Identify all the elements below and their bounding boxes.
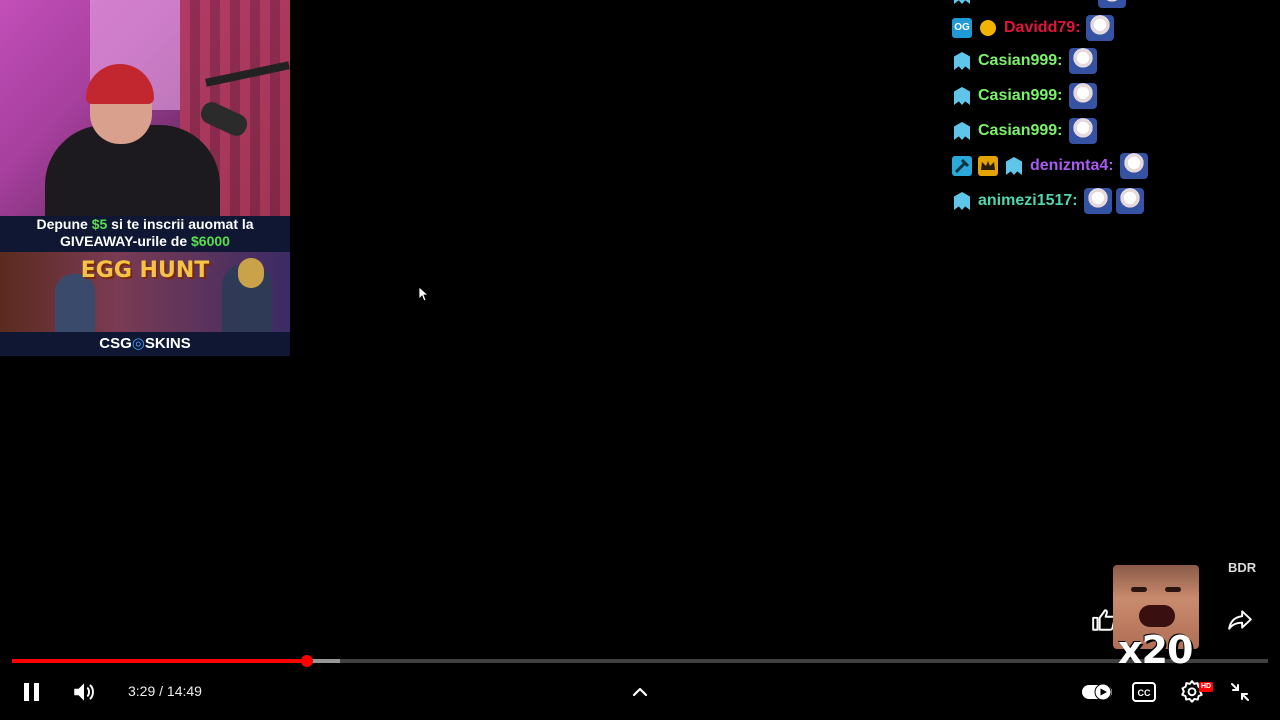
crown-badge-icon (978, 156, 998, 176)
chat-message: denizmta4: (952, 151, 1152, 181)
promo-line1-tail: si te inscrii auomat la (107, 216, 254, 232)
chat-username[interactable]: Davidd79: (1004, 19, 1080, 37)
svg-text:CC: CC (1138, 688, 1151, 698)
hd-quality-badge: HD (1199, 682, 1214, 692)
chevron-up-icon (632, 687, 648, 697)
chat-message: Casian999: (952, 116, 1101, 146)
promo-line2-amount: $6000 (191, 233, 230, 249)
promo-footer-left: CSG (99, 335, 132, 352)
share-button[interactable] (1226, 606, 1254, 634)
captions-button[interactable]: CC (1130, 679, 1158, 705)
promo-line-1: Depune $5 si te inscrii auomat la (0, 216, 290, 233)
mouse-cursor-icon (419, 287, 429, 301)
cat-emote-icon (1068, 118, 1097, 144)
promo-line1-text: Depune (36, 216, 92, 232)
subscriber-badge-icon (952, 121, 972, 141)
promo-line2-text: GIVEAWAY-urile de (60, 233, 192, 249)
cat-emote-icon (1086, 15, 1115, 41)
moderator-badge-icon (952, 156, 972, 176)
promo-banner-title: EGG HUNT (80, 258, 210, 283)
pause-button[interactable] (18, 678, 46, 706)
subscriber-badge-icon (1004, 156, 1024, 176)
promo-line-2: GIVEAWAY-urile de $6000 (0, 233, 290, 250)
reaction-eye-left (1131, 587, 1147, 592)
volume-icon (74, 683, 94, 701)
chat-message-partial (952, 0, 1130, 10)
chapters-expand-button[interactable] (628, 680, 652, 704)
subscriber-badge-icon (952, 0, 972, 5)
exit-fullscreen-button[interactable] (1226, 678, 1254, 706)
cat-emote-icon (1068, 48, 1097, 74)
reaction-count: x20 (1118, 628, 1193, 672)
og-badge-icon: OG (952, 18, 972, 38)
promo-line1-amount: $5 (91, 216, 108, 232)
promo-footer-logo: CSG◎SKINS (0, 332, 290, 356)
channel-watermark: BDR (1228, 560, 1257, 575)
chat-message: Casian999: (952, 46, 1101, 76)
chat-message: OG Davidd79: (952, 13, 1118, 43)
video-progress-bar[interactable] (12, 655, 1268, 667)
chat-username[interactable]: Casian999: (978, 52, 1063, 70)
progress-scrubber-handle[interactable] (301, 655, 314, 667)
cat-emote-icon (1083, 188, 1112, 214)
exit-fullscreen-icon (1231, 683, 1249, 701)
chat-message: Casian999: (952, 81, 1101, 111)
chat-message: animezi1517: (952, 186, 1148, 216)
cat-emote-icon (1119, 153, 1148, 179)
clown-badge-icon (978, 18, 998, 38)
cat-emote-icon (1115, 188, 1144, 214)
pause-icon (24, 683, 39, 701)
share-arrow-icon (1228, 610, 1252, 630)
reaction-mouth (1139, 605, 1175, 627)
progress-played (12, 659, 308, 663)
promo-banner: EGG HUNT (0, 252, 290, 332)
promo-text: Depune $5 si te inscrii auomat la GIVEAW… (0, 216, 290, 252)
volume-button[interactable] (70, 678, 98, 706)
chat-username[interactable]: denizmta4: (1030, 157, 1114, 175)
chat-username[interactable]: Casian999: (978, 87, 1063, 105)
autoplay-toggle-icon (1082, 683, 1112, 701)
time-display: 3:29 / 14:49 (128, 683, 202, 699)
promo-footer-right: SKINS (144, 335, 191, 352)
closed-captions-icon: CC (1132, 682, 1156, 702)
subscriber-badge-icon (952, 86, 972, 106)
subscriber-badge-icon (952, 51, 972, 71)
cat-emote-icon (1098, 0, 1126, 8)
reaction-eye-right (1165, 587, 1181, 592)
autoplay-toggle[interactable] (1080, 680, 1114, 704)
chat-username[interactable]: animezi1517: (978, 192, 1078, 210)
streamer-webcam (0, 0, 290, 216)
subscriber-badge-icon (952, 191, 972, 211)
logo-target-icon: ◎ (131, 335, 145, 352)
cat-emote-icon (1068, 83, 1097, 109)
chat-username[interactable]: Casian999: (978, 122, 1063, 140)
